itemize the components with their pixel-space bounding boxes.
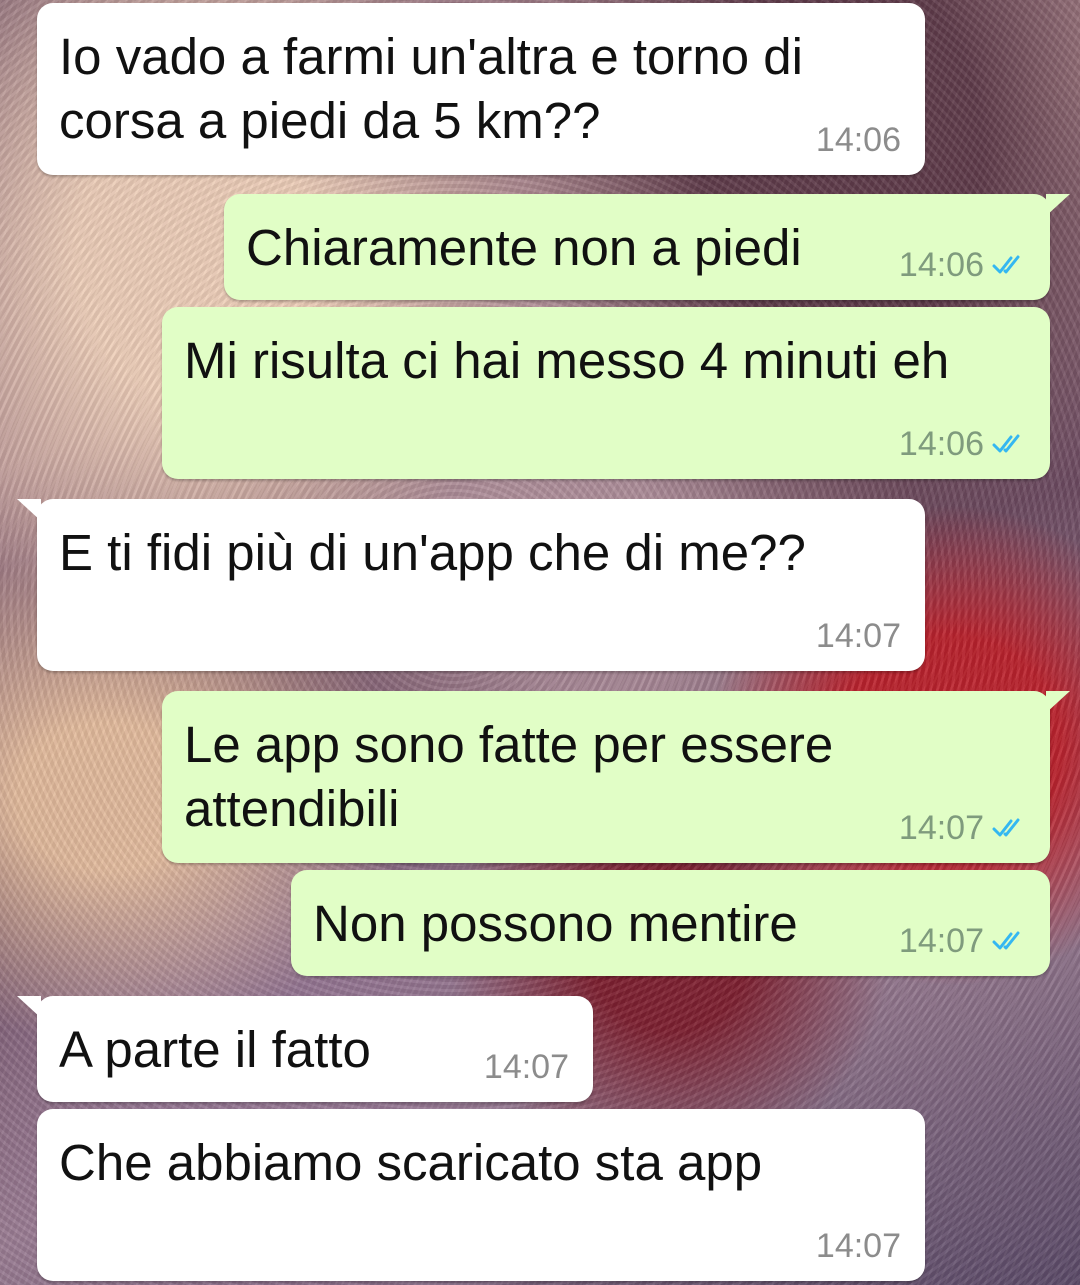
message-text: E ti fidi più di un'app che di me?? — [59, 524, 806, 581]
message-text: A parte il fatto — [59, 1021, 371, 1078]
message-meta: 14:06 — [899, 427, 1026, 461]
message-meta: 14:07 — [816, 1229, 901, 1263]
message-text: Chiaramente non a piedi — [246, 219, 802, 276]
message-bubble-incoming[interactable]: Che abbiamo scaricato sta app 14:07 — [37, 1109, 925, 1281]
message-bubble-incoming[interactable]: E ti fidi più di un'app che di me?? 14:0… — [17, 499, 925, 671]
double-check-read-icon — [992, 818, 1020, 837]
message-time: 14:06 — [898, 246, 984, 284]
message-meta: 14:07 — [484, 1050, 569, 1084]
message-time: 14:06 — [898, 425, 984, 463]
chat-screen: { "colors": { "incoming_bubble": "#fffff… — [0, 0, 1080, 1285]
message-bubble-incoming[interactable]: Io vado a farmi un'altra e torno di cors… — [37, 3, 925, 175]
message-time: 14:07 — [815, 1227, 901, 1265]
message-time: 14:07 — [898, 809, 984, 847]
message-time: 14:07 — [483, 1048, 569, 1086]
message-text: Le app sono fatte per essere attendibili — [184, 716, 848, 837]
message-text: Non possono mentire — [313, 895, 798, 952]
message-text: Mi risulta ci hai messo 4 minuti eh — [184, 332, 950, 389]
message-text: Che abbiamo scaricato sta app — [59, 1134, 763, 1191]
message-time: 14:07 — [898, 922, 984, 960]
double-check-read-icon — [992, 931, 1020, 950]
message-bubble-outgoing[interactable]: Non possono mentire 14:07 — [291, 870, 1050, 976]
message-meta: 14:07 — [899, 811, 1026, 845]
message-text: Io vado a farmi un'altra e torno di cors… — [59, 28, 818, 149]
double-check-read-icon — [992, 255, 1020, 274]
message-bubble-outgoing[interactable]: Chiaramente non a piedi 14:06 — [224, 194, 1070, 300]
message-time: 14:07 — [815, 617, 901, 655]
message-meta: 14:07 — [816, 619, 901, 653]
message-meta: 14:06 — [899, 248, 1026, 282]
message-meta: 14:07 — [899, 924, 1026, 958]
message-meta: 14:06 — [816, 123, 901, 157]
message-bubble-incoming[interactable]: A parte il fatto 14:07 — [17, 996, 593, 1102]
message-bubble-outgoing[interactable]: Mi risulta ci hai messo 4 minuti eh 14:0… — [162, 307, 1050, 479]
message-time: 14:06 — [815, 121, 901, 159]
message-list[interactable]: Io vado a farmi un'altra e torno di cors… — [0, 0, 1080, 1285]
double-check-read-icon — [992, 434, 1020, 453]
message-bubble-outgoing[interactable]: Le app sono fatte per essere attendibili… — [162, 691, 1070, 863]
